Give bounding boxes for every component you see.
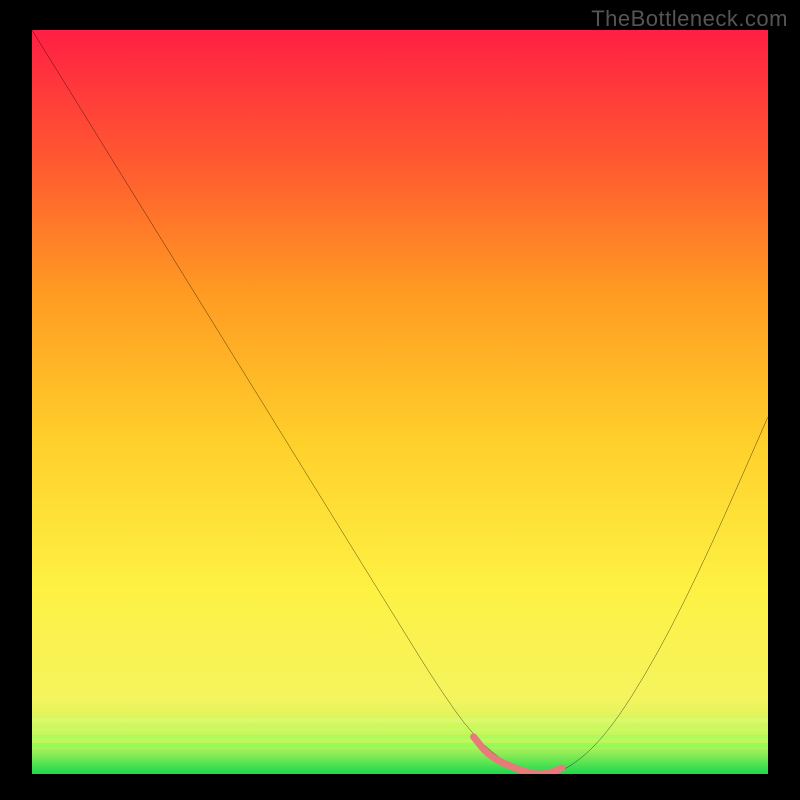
gradient-background <box>32 30 768 774</box>
watermark-text: TheBottleneck.com <box>591 6 788 32</box>
plot-svg <box>32 30 768 774</box>
chart-frame: TheBottleneck.com <box>0 0 800 800</box>
plot-area <box>32 30 768 774</box>
